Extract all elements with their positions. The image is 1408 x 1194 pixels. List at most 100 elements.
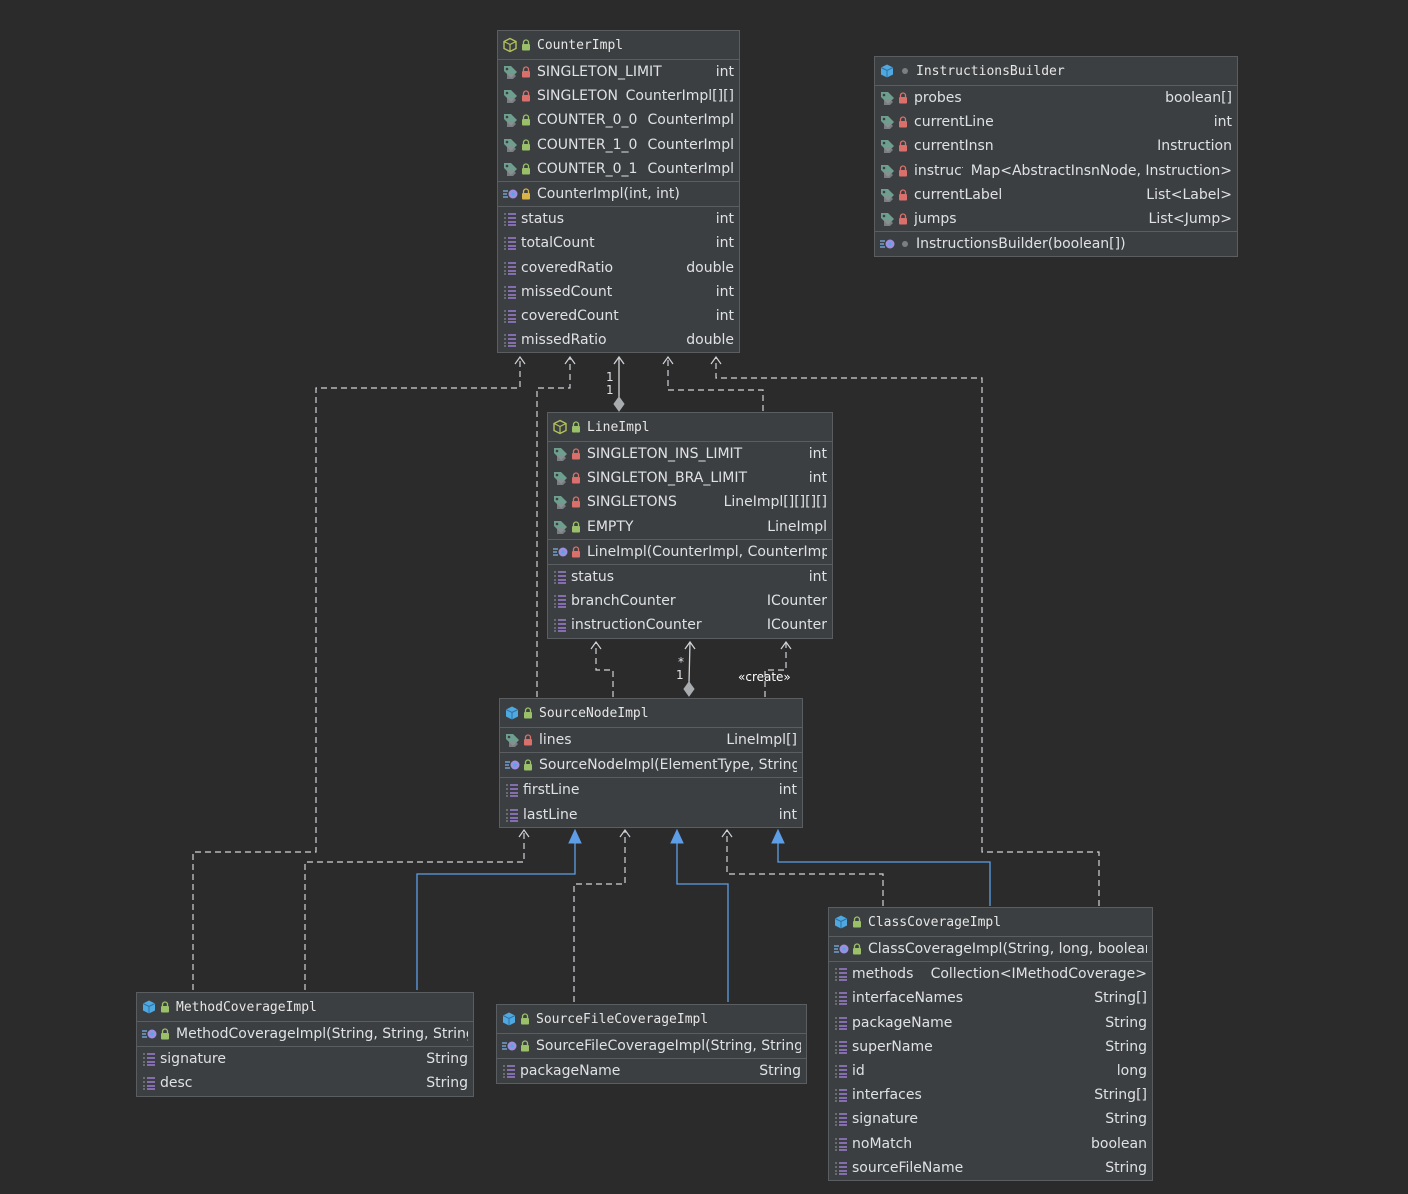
property-row[interactable]: interfaces String[] (829, 1083, 1152, 1107)
class-name: LineImpl (587, 419, 650, 435)
property-row[interactable]: coveredCount int (498, 304, 739, 328)
field-row[interactable]: currentLabel List<Label> (875, 183, 1237, 207)
inherit-arrowhead-3 (771, 828, 785, 844)
field-row[interactable]: jumps List<Jump> (875, 207, 1237, 231)
property-row[interactable]: missedCount int (498, 280, 739, 304)
class-header[interactable]: SourceFileCoverageImpl (497, 1005, 806, 1034)
class-header[interactable]: SourceNodeImpl (500, 699, 802, 728)
lock-icon (160, 1028, 176, 1040)
lock-icon (898, 116, 914, 128)
class-box-line-impl[interactable]: LineImpl SINGLETON_INS_LIMIT int SINGLETON_… (547, 412, 833, 639)
constructor-row[interactable]: MethodCoverageImpl(String, String, Strin… (137, 1022, 473, 1046)
constructor-row[interactable]: SourceFileCoverageImpl(String, String) (497, 1034, 806, 1058)
property-row[interactable]: packageName String (497, 1059, 806, 1083)
member-name: methods (852, 966, 914, 983)
lock-icon (852, 916, 868, 928)
member-name: SourceNodeImpl(ElementType, String) (539, 757, 797, 774)
member-type: CounterImpl (647, 136, 735, 153)
lock-icon (521, 90, 537, 102)
property-row[interactable]: missedRatio double (498, 328, 739, 352)
field-row[interactable]: SINGLETON_BRA_LIMIT int (548, 466, 832, 490)
field-row[interactable]: COUNTER_1_0 CounterImpl (498, 133, 739, 157)
field-row[interactable]: SINGLETONS CounterImpl[][] (498, 84, 739, 108)
class-box-instructions-builder[interactable]: InstructionsBuilder probes boolean[] curren… (874, 56, 1238, 258)
property-row[interactable]: superName String (829, 1035, 1152, 1059)
field-row[interactable]: COUNTER_0_1 CounterImpl (498, 157, 739, 181)
member-type: Instruction (1157, 138, 1232, 155)
class-header[interactable]: InstructionsBuilder (875, 57, 1237, 86)
property-row[interactable]: sourceFileName String (829, 1156, 1152, 1180)
property-row[interactable]: id long (829, 1059, 1152, 1083)
member-type: int (808, 446, 827, 463)
property-row[interactable]: methods Collection<IMethodCoverage> (829, 962, 1152, 986)
property-row[interactable]: branchCounter ICounter (548, 589, 832, 613)
field-row[interactable]: instructions Map<AbstractInsnNode, Instru… (875, 159, 1237, 183)
property-row[interactable]: status int (498, 207, 739, 231)
class-header[interactable]: ClassCoverageImpl (829, 908, 1152, 937)
class-icon (504, 705, 523, 721)
member-type: int (808, 569, 827, 586)
field-row[interactable]: currentInsn Instruction (875, 134, 1237, 158)
member-type: LineImpl[] (726, 732, 797, 749)
property-row[interactable]: instructionCounter ICounter (548, 613, 832, 637)
property-row[interactable]: noMatch boolean (829, 1132, 1152, 1156)
property-row[interactable]: signature String (829, 1107, 1152, 1131)
class-box-source-node-impl[interactable]: SourceNodeImpl lines LineImpl[] SourceNodeI… (499, 698, 803, 828)
property-row[interactable]: desc String (137, 1071, 473, 1095)
lock-icon (160, 1001, 176, 1013)
lock-icon (521, 163, 537, 175)
properties-section: status int branchCounter ICounter instructio… (548, 565, 832, 638)
property-row[interactable]: interfaceNames String[] (829, 986, 1152, 1010)
member-type: String (1105, 1159, 1147, 1176)
member-name: SINGLETON_INS_LIMIT (587, 446, 743, 463)
constructor-row[interactable]: ClassCoverageImpl(String, long, boolean) (829, 937, 1152, 961)
field-row[interactable]: SINGLETON_INS_LIMIT int (548, 442, 832, 466)
inherit-arrowhead-1 (568, 828, 582, 844)
field-row[interactable]: EMPTY LineImpl (548, 515, 832, 539)
constructor-row[interactable]: CounterImpl(int, int) (498, 182, 739, 206)
class-header[interactable]: MethodCoverageImpl (137, 993, 473, 1022)
lock-icon (521, 66, 537, 78)
class-box-counter-impl[interactable]: CounterImplSINGLETON_LIMITintSINGLETONSC… (497, 30, 740, 354)
field-icon (502, 161, 521, 177)
member-type: boolean[] (1165, 90, 1232, 107)
lock-icon (523, 734, 539, 746)
property-row[interactable]: coveredRatio double (498, 256, 739, 280)
member-name: SINGLETON_LIMIT (537, 64, 662, 81)
property-icon (552, 569, 571, 585)
member-name: SINGLETONS (587, 494, 677, 511)
property-icon (141, 1051, 160, 1067)
field-row[interactable]: currentLine int (875, 110, 1237, 134)
lock-icon (571, 496, 587, 508)
member-type: List<Label> (1146, 186, 1232, 203)
class-box-class-coverage-impl[interactable]: ClassCoverageImpl ClassCoverageImpl(Strin… (828, 907, 1153, 1181)
constructor-row[interactable]: InstructionsBuilder(boolean[]) (875, 232, 1237, 256)
field-row[interactable]: probes boolean[] (875, 86, 1237, 110)
member-type: int (715, 64, 734, 81)
member-type: int (715, 235, 734, 252)
constructor-row[interactable]: LineImpl(CounterImpl, CounterImpl) (548, 540, 832, 564)
field-row[interactable]: SINGLETON_LIMIT int (498, 60, 739, 84)
class-header[interactable]: LineImpl (548, 413, 832, 442)
property-row[interactable]: totalCount int (498, 231, 739, 255)
property-row[interactable]: status int (548, 565, 832, 589)
multiplicity-counter-line-b: 1 (606, 383, 614, 397)
class-box-method-coverage-impl[interactable]: MethodCoverageImpl MethodCoverageImpl(Str… (136, 992, 474, 1097)
member-name: CounterImpl(int, int) (537, 186, 680, 203)
class-header[interactable]: CounterImpl (498, 31, 739, 60)
class-box-source-file-coverage-impl[interactable]: SourceFileCoverageImpl SourceFileCoverage… (496, 1004, 807, 1085)
property-row[interactable]: signature String (137, 1047, 473, 1071)
constructor-row[interactable]: SourceNodeImpl(ElementType, String) (500, 753, 802, 777)
member-name: EMPTY (587, 518, 634, 535)
field-row[interactable]: SINGLETONS LineImpl[][][][] (548, 490, 832, 514)
field-row[interactable]: lines LineImpl[] (500, 728, 802, 752)
field-row[interactable]: COUNTER_0_0 CounterImpl (498, 108, 739, 132)
fields-section: probes boolean[] currentLine int currentInsn… (875, 86, 1237, 233)
lock-icon (521, 139, 537, 151)
property-row[interactable]: lastLine int (500, 803, 802, 827)
property-row[interactable]: packageName String (829, 1011, 1152, 1035)
class-name: ClassCoverageImpl (868, 914, 1002, 930)
property-row[interactable]: firstLine int (500, 778, 802, 802)
properties-section: status int totalCount int coveredRatio double… (498, 207, 739, 352)
multiplicity-line-source-b: 1 (676, 668, 684, 682)
